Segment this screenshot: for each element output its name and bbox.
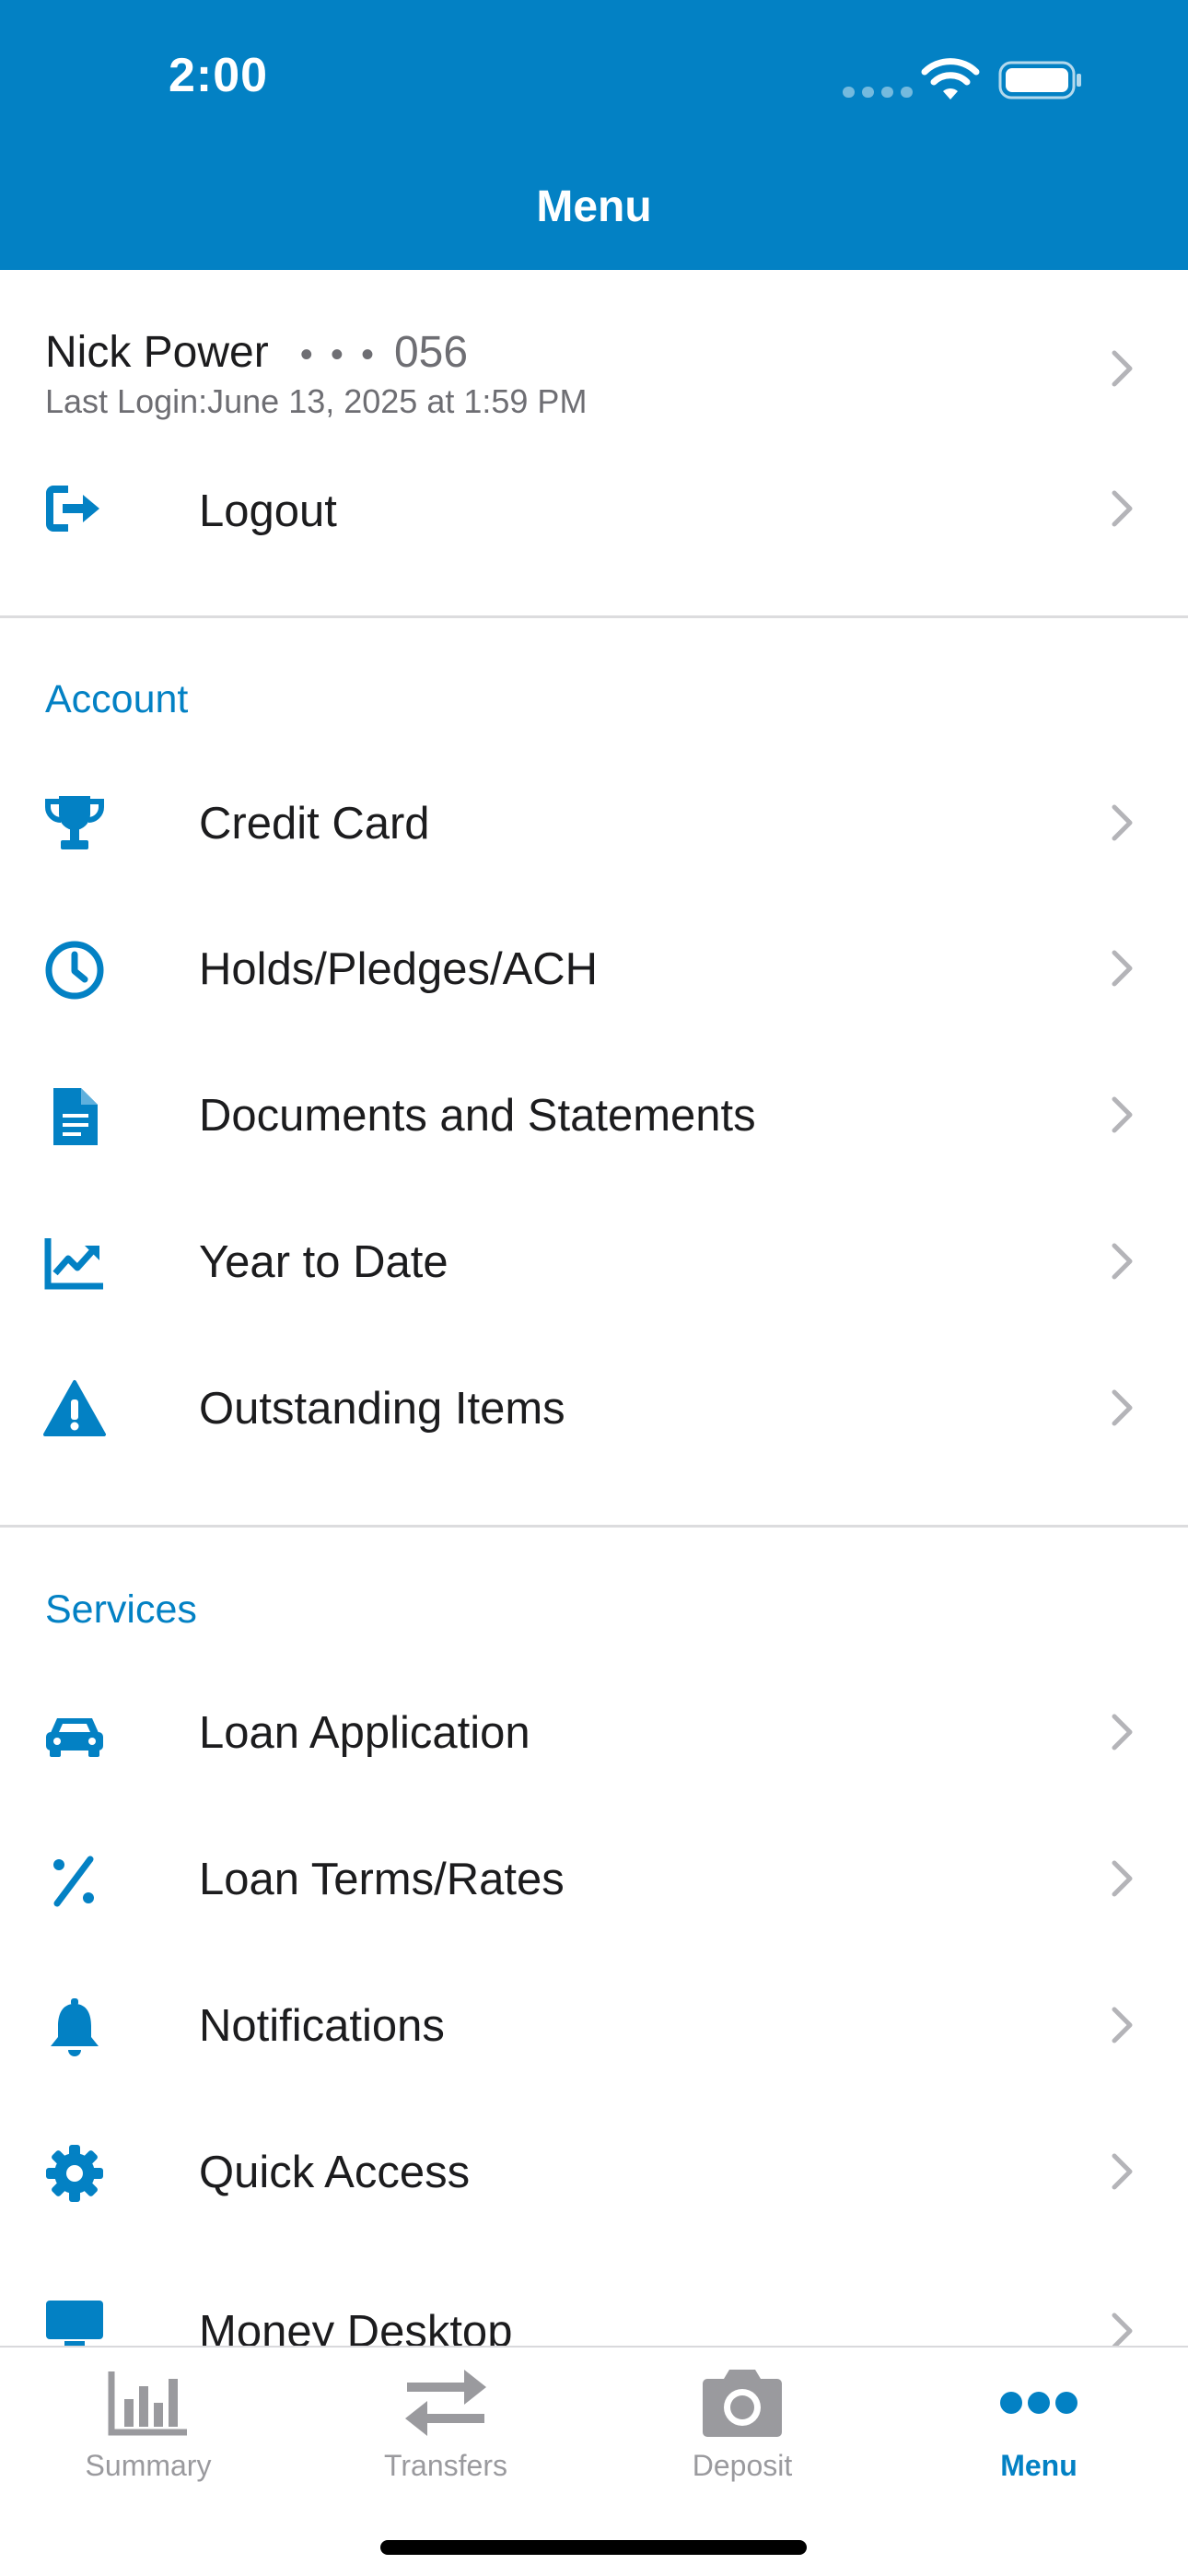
chevron-right-icon [1111,2006,1135,2044]
menu-item-label: Quick Access [199,2148,471,2197]
menu-item-holds-pledges-ach[interactable]: Holds/Pledges/ACH [0,936,1188,1083]
chevron-right-icon [1111,1388,1135,1427]
account-section-title: Account [45,677,189,721]
clock-icon [42,938,107,1002]
tab-label: Menu [1000,2449,1077,2482]
status-time: 2:00 [169,49,269,102]
trophy-icon [42,790,107,855]
chevron-right-icon [1111,2312,1135,2346]
menu-item-documents-statements[interactable]: Documents and Statements [0,1083,1188,1230]
bell-icon [42,1995,107,2059]
user-profile-row[interactable]: Nick Power • • • 056 Last Login:June 13, 2… [0,270,1188,454]
menu-item-label: Loan Terms/Rates [199,1855,565,1904]
chevron-right-icon [1111,1713,1135,1751]
section-divider [0,615,1188,618]
chevron-right-icon [1111,1242,1135,1281]
menu-item-label: Holds/Pledges/ACH [199,944,599,994]
logout-label: Logout [199,486,337,536]
services-section-title: Services [45,1587,197,1632]
menu-item-label: Loan Application [199,1708,530,1758]
logout-row[interactable]: Logout [0,454,1188,611]
chevron-right-icon [1111,489,1135,528]
chart-line-icon [42,1231,107,1295]
tab-summary[interactable]: Summary [47,2366,250,2483]
chevron-right-icon [1111,949,1135,988]
warning-icon [42,1377,107,1442]
bar-chart-icon [108,2371,187,2436]
menu-item-label: Year to Date [199,1237,448,1287]
menu-item-label: Documents and Statements [199,1091,756,1141]
menu-list: Nick Power • • • 056 Last Login:June 13, 2… [0,270,1188,2346]
menu-item-label: Credit Card [199,799,430,849]
menu-item-money-desktop[interactable]: Money Desktop [0,2286,1188,2346]
menu-item-year-to-date[interactable]: Year to Date [0,1229,1188,1376]
last-login-text: Last Login:June 13, 2025 at 1:59 PM [45,382,588,420]
more-dots-icon [1000,2392,1077,2414]
section-divider [0,1525,1188,1528]
chevron-right-icon [1111,1859,1135,1898]
chevron-right-icon [1111,349,1135,388]
menu-item-credit-card[interactable]: Credit Card [0,790,1188,938]
tab-label: Deposit [692,2449,793,2482]
gear-icon [42,2141,107,2206]
document-icon [42,1084,107,1149]
page-title: Menu [536,182,652,231]
tab-label: Transfers [384,2449,507,2482]
logout-icon [42,476,107,541]
menu-item-loan-terms-rates[interactable]: Loan Terms/Rates [0,1846,1188,1994]
cellular-signal-icon [843,87,913,98]
car-icon [42,1702,107,1766]
app-header: 2:00 Menu [0,0,1188,270]
camera-icon [703,2370,782,2437]
user-name-line: Nick Power • • • 056 [45,327,468,378]
chevron-right-icon [1111,1095,1135,1134]
account-number: 056 [393,328,469,377]
home-indicator[interactable] [380,2540,807,2555]
menu-item-notifications[interactable]: Notifications [0,1993,1188,2140]
chevron-right-icon [1111,2152,1135,2191]
menu-item-label: Notifications [199,2001,445,2051]
tab-label: Summary [85,2449,212,2482]
menu-item-outstanding-items[interactable]: Outstanding Items [0,1376,1188,1523]
menu-item-loan-application[interactable]: Loan Application [0,1700,1188,1847]
desktop-icon [42,2295,107,2346]
battery-icon [998,61,1081,100]
tab-transfers[interactable]: Transfers [344,2366,547,2483]
tab-deposit[interactable]: Deposit [641,2366,844,2483]
menu-item-label: Outstanding Items [199,1384,565,1434]
user-name: Nick Power [45,328,269,377]
menu-item-quick-access[interactable]: Quick Access [0,2139,1188,2287]
transfer-arrows-icon [405,2370,486,2436]
account-mask-dots: • • • [299,334,378,375]
wifi-icon [921,58,980,100]
chevron-right-icon [1111,803,1135,842]
percent-icon [42,1848,107,1913]
menu-item-label: Money Desktop [199,2307,513,2346]
tab-menu[interactable]: Menu [938,2366,1140,2483]
